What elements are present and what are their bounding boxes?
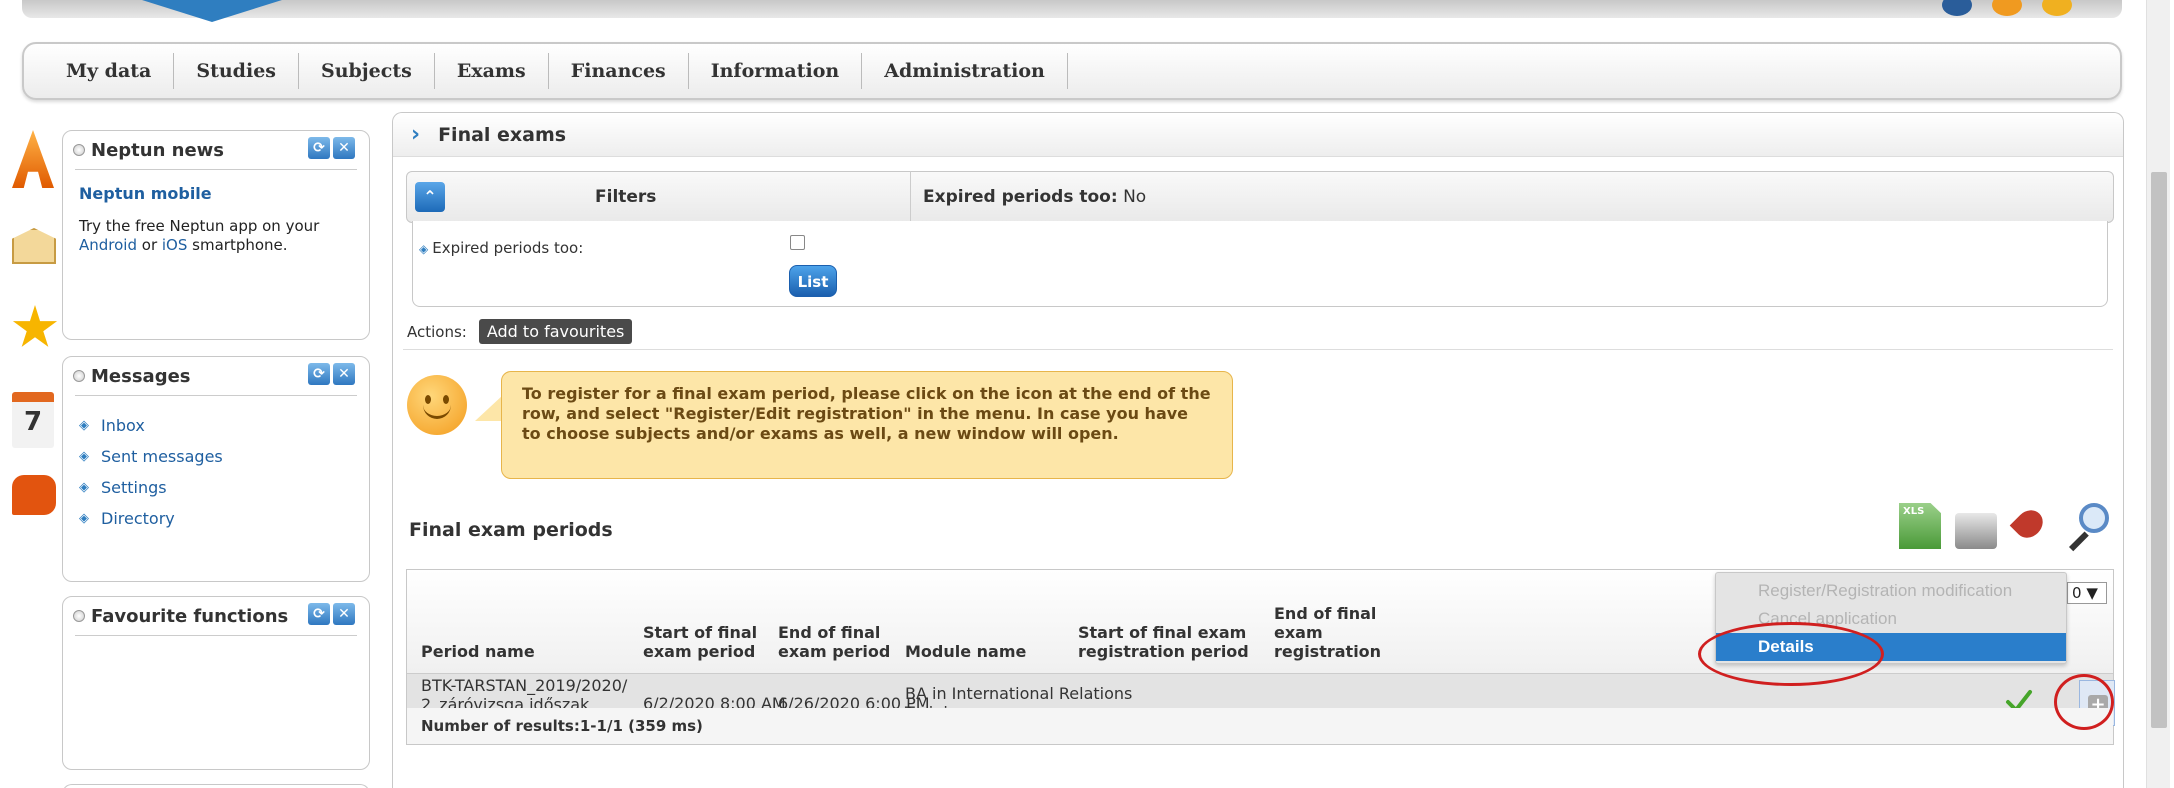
page-scrollbar[interactable] xyxy=(2146,0,2170,788)
diamond-bullet-icon: ◈ xyxy=(419,242,429,256)
expired-periods-checkbox[interactable] xyxy=(790,235,805,250)
page-title: Final exams xyxy=(438,123,567,146)
ios-link[interactable]: iOS xyxy=(162,236,188,254)
table-footer: Number of results:1-1/1 (359 ms) xyxy=(407,708,2113,744)
messages-box-header: Messages ⟳ ✕ xyxy=(63,357,369,395)
messages-list: ◈ Inbox ◈ Sent messages ◈ Settings ◈ Directo… xyxy=(79,410,369,534)
grid-toolbar: XLS xyxy=(1899,503,2109,552)
favourites-box: Favourite functions ⟳ ✕ xyxy=(62,596,370,770)
messages-box-title: Messages xyxy=(91,365,191,387)
refresh-icon[interactable]: ⟳ xyxy=(308,137,330,159)
messages-item-sent[interactable]: ◈ Sent messages xyxy=(79,441,369,472)
close-icon[interactable]: ✕ xyxy=(333,363,355,385)
top-banner-strip xyxy=(22,0,2122,22)
bullet-icon xyxy=(73,370,85,382)
letter-a-icon[interactable] xyxy=(12,130,60,188)
nav-studies[interactable]: Studies xyxy=(174,53,299,89)
refresh-icon[interactable]: ⟳ xyxy=(308,603,330,625)
calendar-icon[interactable]: 7 xyxy=(12,392,60,448)
nav-administration[interactable]: Administration xyxy=(862,53,1068,89)
favourites-box-title: Favourite functions xyxy=(91,605,289,627)
actions-label: Actions: xyxy=(407,322,467,341)
star-icon[interactable] xyxy=(12,305,60,361)
pin-icon[interactable] xyxy=(2009,503,2053,549)
bullet-icon xyxy=(73,610,85,622)
chevron-right-icon: › xyxy=(411,122,421,147)
android-link[interactable]: Android xyxy=(79,236,137,254)
diamond-bullet-icon: ◈ xyxy=(79,449,89,464)
chat-icon[interactable] xyxy=(12,475,60,531)
nav-information[interactable]: Information xyxy=(689,53,863,89)
col-end-period[interactable]: End of final exam period xyxy=(778,623,906,661)
mail-icon[interactable] xyxy=(12,218,60,274)
print-icon[interactable] xyxy=(1955,513,1997,549)
page-size-select[interactable]: 0 ▼ xyxy=(2067,582,2107,604)
smiley-icon xyxy=(407,375,467,435)
list-button[interactable]: List xyxy=(789,265,837,297)
messages-item-directory[interactable]: ◈ Directory xyxy=(79,503,369,534)
final-exam-periods-title: Final exam periods xyxy=(409,519,613,541)
news-box-title: Neptun news xyxy=(91,139,225,161)
bullet-icon xyxy=(73,144,85,156)
nav-exams[interactable]: Exams xyxy=(435,53,549,89)
nav-my-data[interactable]: My data xyxy=(44,53,175,89)
panel-header: › Final exams xyxy=(393,113,2123,157)
col-end-registration[interactable]: End of final exam registration xyxy=(1274,604,1404,661)
expired-periods-label: ◈ Expired periods too: xyxy=(419,239,584,257)
filters-body: ◈ Expired periods too: List xyxy=(412,221,2108,307)
neptun-mobile-link[interactable]: Neptun mobile xyxy=(79,184,369,203)
filters-bar: ⌃ Filters Expired periods too: No xyxy=(406,171,2114,223)
col-start-period[interactable]: Start of final exam period xyxy=(643,623,771,661)
nav-subjects[interactable]: Subjects xyxy=(299,53,435,89)
nav-finances[interactable]: Finances xyxy=(549,53,689,89)
col-period-name[interactable]: Period name xyxy=(421,642,631,661)
favourites-box-header: Favourite functions ⟳ ✕ xyxy=(63,597,369,635)
filters-summary: Expired periods too: No xyxy=(923,187,1147,207)
search-icon[interactable] xyxy=(2067,503,2109,552)
filters-label: Filters xyxy=(595,187,657,207)
help-icon[interactable] xyxy=(2042,0,2072,16)
close-icon[interactable]: ✕ xyxy=(333,137,355,159)
diamond-bullet-icon: ◈ xyxy=(79,511,89,526)
col-start-registration[interactable]: Start of final exam registration period xyxy=(1078,623,1258,661)
logo-tab xyxy=(142,0,282,22)
next-side-box xyxy=(62,784,370,788)
messages-item-settings[interactable]: ◈ Settings xyxy=(79,472,369,503)
actions-bar: Actions: Add to favourites xyxy=(407,319,633,344)
globe-icon[interactable] xyxy=(1942,0,1972,16)
diamond-bullet-icon: ◈ xyxy=(79,418,89,433)
final-exams-panel: › Final exams ⌃ Filters Expired periods … xyxy=(392,112,2124,788)
export-xls-icon[interactable]: XLS xyxy=(1899,503,1941,549)
news-box: Neptun news ⟳ ✕ Neptun mobile Try the fr… xyxy=(62,130,370,340)
menu-item-register[interactable]: Register/Registration modification xyxy=(1716,577,2066,605)
info-bubble: To register for a final exam period, ple… xyxy=(501,371,1233,479)
news-box-header: Neptun news ⟳ ✕ xyxy=(63,131,369,169)
diamond-bullet-icon: ◈ xyxy=(79,480,89,495)
messages-box: Messages ⟳ ✕ ◈ Inbox ◈ Sent messages ◈ Sett… xyxy=(62,356,370,582)
add-to-favourites-button[interactable]: Add to favourites xyxy=(478,319,633,344)
messages-item-inbox[interactable]: ◈ Inbox xyxy=(79,410,369,441)
details-highlight-oval xyxy=(1698,622,1884,686)
user-icon[interactable] xyxy=(1992,0,2022,16)
main-menu: My data Studies Subjects Exams Finances … xyxy=(22,42,2122,100)
row-button-highlight-oval xyxy=(2054,674,2114,730)
col-module-name[interactable]: Module name xyxy=(905,642,1065,661)
news-text: Try the free Neptun app on your Android … xyxy=(79,217,320,254)
scrollbar-thumb[interactable] xyxy=(2151,172,2167,728)
refresh-icon[interactable]: ⟳ xyxy=(308,363,330,385)
close-icon[interactable]: ✕ xyxy=(333,603,355,625)
collapse-filters-icon[interactable]: ⌃ xyxy=(415,182,445,212)
